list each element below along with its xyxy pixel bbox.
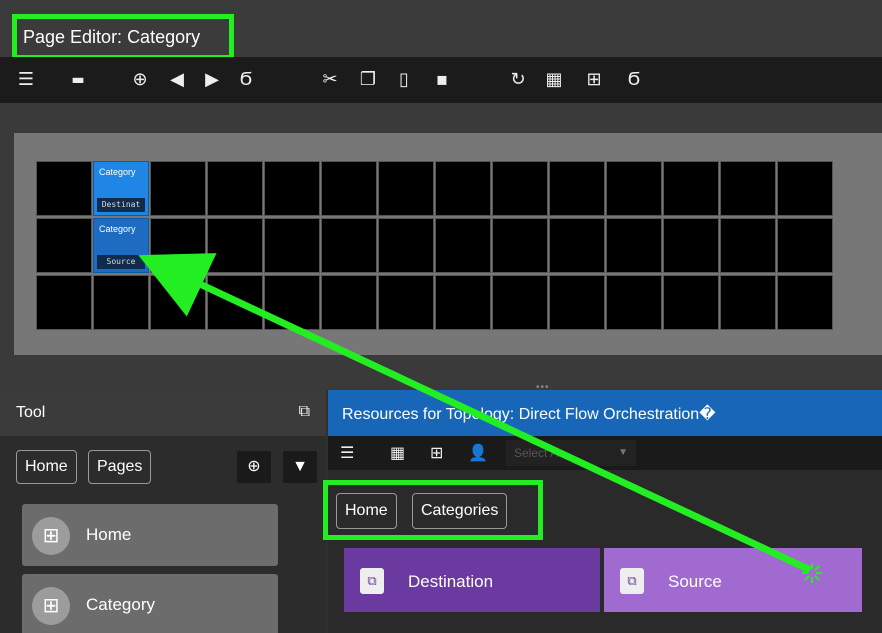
keyboard-icon[interactable]: ▬ [66, 69, 90, 91]
grid-small-icon[interactable]: ⊞ [430, 443, 443, 463]
undock-icon[interactable]: ⧉ [299, 403, 310, 421]
resources-panel-header: Resources for Topology: Direct Flow Orch… [328, 390, 882, 436]
canvas-cell[interactable] [606, 275, 662, 330]
canvas-button-label: Category [99, 167, 136, 177]
move-right-icon[interactable]: ▶ [200, 69, 224, 91]
canvas-cell[interactable] [777, 275, 833, 330]
canvas-button-sublabel: Destinat [97, 198, 145, 212]
grid-large-icon[interactable]: ▦ [390, 443, 405, 463]
page-item-label: Home [86, 525, 132, 544]
canvas-cell[interactable] [150, 275, 206, 330]
canvas-cell[interactable] [378, 275, 434, 330]
grid-page-icon: ⊞ [32, 587, 70, 625]
add-page-button[interactable]: ⊕ [237, 451, 271, 483]
resources-breadcrumb-highlight: Home Categories [323, 480, 543, 540]
canvas-cell[interactable] [777, 218, 833, 273]
canvas-button-sublabel: Source [97, 255, 145, 269]
canvas-cell[interactable] [36, 218, 92, 273]
canvas-cell[interactable] [207, 161, 263, 216]
breadcrumb-pages[interactable]: Pages [88, 450, 152, 484]
resource-select[interactable]: Select A... ▼ [506, 440, 636, 466]
category-destination[interactable]: ⧉ Destination [344, 548, 600, 612]
category-icon: ⧉ [360, 568, 384, 594]
cut-icon[interactable]: ✂ [318, 69, 342, 91]
script-icon[interactable]: Ϭ [234, 69, 258, 91]
canvas-cell[interactable] [264, 275, 320, 330]
canvas-cell[interactable] [549, 218, 605, 273]
canvas-cell[interactable] [720, 161, 776, 216]
breadcrumb-home[interactable]: Home [336, 493, 397, 529]
category-label: Destination [408, 572, 494, 591]
resources-toolbar: ☰ ▦ ⊞ 👤 Select A... ▼ [328, 436, 882, 470]
add-icon[interactable]: ⊕ [128, 69, 152, 91]
canvas-cell[interactable] [207, 275, 263, 330]
canvas-cell[interactable] [492, 161, 548, 216]
canvas-cell[interactable] [663, 275, 719, 330]
list-icon[interactable]: ☰ [340, 443, 354, 463]
category-icon: ⧉ [620, 568, 644, 594]
canvas-cell[interactable] [492, 275, 548, 330]
resources-panel: Resources for Topology: Direct Flow Orch… [323, 390, 882, 633]
canvas-cell[interactable] [321, 275, 377, 330]
chevron-down-icon: ▼ [618, 447, 628, 458]
filter-icon[interactable]: ▼ [283, 451, 317, 483]
category-source[interactable]: ⧉ Source [604, 548, 862, 612]
canvas-cell[interactable] [264, 161, 320, 216]
canvas-category-button[interactable]: Category Destinat [93, 161, 149, 216]
canvas-cell[interactable] [777, 161, 833, 216]
tool-panel-header: Tool ⧉ [0, 390, 326, 436]
window-title: Page Editor: Category [12, 14, 234, 60]
breadcrumb-categories[interactable]: Categories [412, 493, 508, 529]
canvas-cell[interactable] [93, 275, 149, 330]
canvas-cell[interactable] [606, 218, 662, 273]
grid-page-icon: ⊞ [32, 517, 70, 555]
grid-large-icon[interactable]: ▦ [542, 69, 566, 91]
canvas-cell[interactable] [150, 161, 206, 216]
canvas-cell[interactable] [435, 161, 491, 216]
page-item-home[interactable]: ⊞ Home [22, 504, 278, 566]
canvas-cell[interactable] [36, 161, 92, 216]
list-icon[interactable]: ☰ [14, 69, 38, 91]
script-alt-icon[interactable]: Ϭ [622, 69, 646, 91]
page-item-label: Category [86, 595, 155, 614]
canvas-cell[interactable] [663, 161, 719, 216]
canvas-cell[interactable] [264, 218, 320, 273]
copy-icon[interactable]: ❐ [356, 69, 380, 91]
canvas-cell[interactable] [663, 218, 719, 273]
canvas-cell[interactable] [207, 218, 263, 273]
canvas-category-button[interactable]: Category Source [93, 218, 149, 273]
canvas-cell[interactable] [720, 218, 776, 273]
user-list-icon[interactable]: 👤 [468, 443, 488, 463]
canvas-cell[interactable] [720, 275, 776, 330]
canvas-cell[interactable] [321, 161, 377, 216]
toolbar: ☰ ▬ ⊕ ◀ ▶ Ϭ ✂ ❐ ▯ ▪ ↻ ▦ ⊞ Ϭ [0, 57, 882, 103]
refresh-icon[interactable]: ↻ [506, 69, 530, 91]
page-editor-app: Page Editor: Category ☰ ▬ ⊕ ◀ ▶ Ϭ ✂ ❐ ▯ … [0, 0, 882, 633]
canvas-button-label: Category [99, 224, 136, 234]
canvas-cell[interactable] [435, 275, 491, 330]
canvas-cell[interactable] [378, 218, 434, 273]
canvas-cell[interactable] [492, 218, 548, 273]
canvas-cell[interactable] [549, 161, 605, 216]
canvas-cell[interactable] [435, 218, 491, 273]
canvas-cell[interactable] [606, 161, 662, 216]
tool-panel-title: Tool [16, 404, 46, 421]
canvas-cell[interactable] [321, 218, 377, 273]
paste-icon[interactable]: ▯ [392, 69, 416, 91]
title-bar: Page Editor: Category [0, 0, 882, 60]
resources-panel-title: Resources for Topology: Direct Flow Orch… [342, 406, 716, 423]
move-left-icon[interactable]: ◀ [165, 69, 189, 91]
resource-select-placeholder: Select A... [514, 446, 569, 460]
page-item-category[interactable]: ⊞ Category [22, 574, 278, 633]
category-label: Source [668, 572, 722, 591]
canvas-cell[interactable] [378, 161, 434, 216]
tool-panel: Tool ⧉ Home Pages ⊕ ▼ ⊞ Home ⊞ Category [0, 390, 326, 633]
duplicate-icon[interactable]: ▪ [430, 69, 454, 91]
canvas-cell[interactable] [150, 218, 206, 273]
breadcrumb-home[interactable]: Home [16, 450, 77, 484]
grid-small-icon[interactable]: ⊞ [582, 69, 606, 91]
canvas-cell[interactable] [36, 275, 92, 330]
canvas-cell[interactable] [549, 275, 605, 330]
